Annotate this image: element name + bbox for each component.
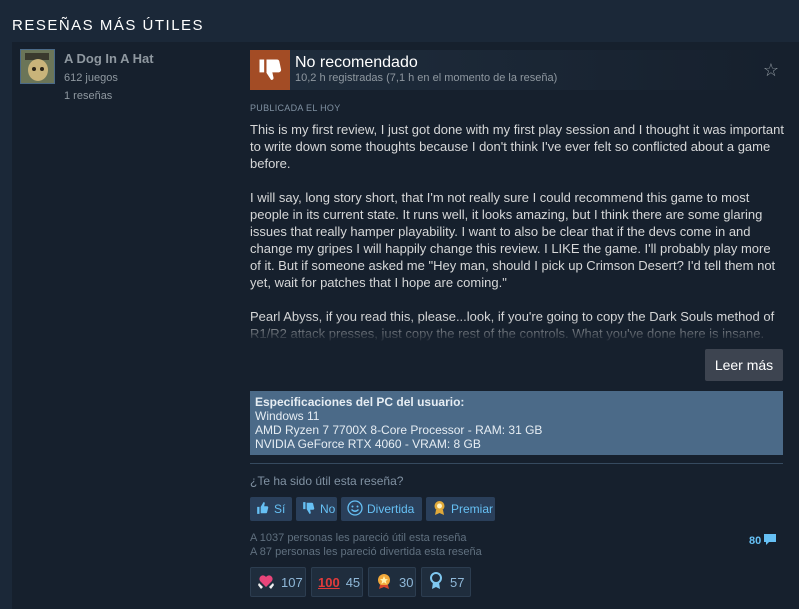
comments-link[interactable]: 80 (749, 534, 777, 548)
smiley-icon (347, 499, 363, 519)
star-icon[interactable]: ☆ (763, 60, 779, 81)
pc-specs-box: Especificaciones del PC del usuario: Win… (250, 391, 783, 455)
helpful-question: ¿Te ha sido útil esta reseña? (250, 474, 404, 488)
author-games-count[interactable]: 612 juegos (64, 72, 118, 84)
review-verdict-header[interactable]: No recomendado 10,2 h registradas (7,1 h… (250, 50, 783, 90)
specs-gpu: NVIDIA GeForce RTX 4060 - VRAM: 8 GB (255, 437, 481, 451)
review-body: This is my first review, I just got done… (250, 121, 785, 341)
divider (250, 463, 783, 464)
thumbs-down-icon (302, 501, 316, 518)
hundred-icon: 100 (318, 574, 340, 590)
award-medal[interactable]: 30 (368, 567, 416, 597)
thumbs-up-icon (256, 501, 270, 518)
hours-played: 10,2 h registradas (7,1 h en el momento … (295, 72, 558, 84)
verdict-label: No recomendado (295, 54, 418, 71)
ribbon-icon (428, 571, 444, 593)
award-label: Premiar (451, 502, 494, 516)
award-icon (432, 500, 447, 519)
review-paragraph: I will say, long story short, that I'm n… (250, 190, 776, 290)
award-hundred[interactable]: 100 45 (311, 567, 363, 597)
specs-os: Windows 11 (255, 409, 320, 423)
specs-cpu-ram: AMD Ryzen 7 7700X 8-Core Processor - RAM… (255, 423, 543, 437)
posted-date: PUBLICADA EL HOY (250, 103, 341, 113)
stat-helpful: A 1037 personas les pareció útil esta re… (250, 532, 467, 544)
heart-hands-icon (257, 572, 275, 593)
comment-icon (764, 534, 777, 548)
vote-funny-label: Divertida (367, 502, 415, 516)
section-title: RESEÑAS MÁS ÚTILES (12, 17, 205, 34)
award-heart[interactable]: 107 (250, 567, 306, 597)
thumbs-down-icon (250, 50, 290, 90)
author-name[interactable]: A Dog In A Hat (64, 51, 154, 66)
text-fade (250, 318, 785, 342)
read-more-button[interactable]: Leer más (705, 349, 783, 381)
award-count: 30 (399, 574, 414, 590)
award-count: 107 (281, 574, 303, 590)
vote-no-button[interactable]: No (296, 497, 337, 521)
avatar[interactable] (20, 49, 55, 84)
award-button[interactable]: Premiar (426, 497, 495, 521)
stat-funny: A 87 personas les pareció divertida esta… (250, 546, 482, 558)
award-ribbon[interactable]: 57 (421, 567, 471, 597)
award-count: 45 (345, 574, 361, 590)
vote-no-label: No (320, 502, 336, 516)
author-reviews-count[interactable]: 1 reseñas (64, 90, 112, 102)
review-stats: A 1037 personas les pareció útil esta re… (250, 531, 482, 559)
vote-funny-button[interactable]: Divertida (341, 497, 422, 521)
vote-yes-label: Sí (274, 502, 286, 516)
review-paragraph: This is my first review, I just got done… (250, 122, 784, 171)
vote-yes-button[interactable]: Sí (250, 497, 292, 521)
specs-heading: Especificaciones del PC del usuario: (255, 395, 465, 409)
comments-count: 80 (749, 535, 762, 547)
award-count: 57 (450, 574, 465, 590)
medal-icon (375, 572, 393, 593)
